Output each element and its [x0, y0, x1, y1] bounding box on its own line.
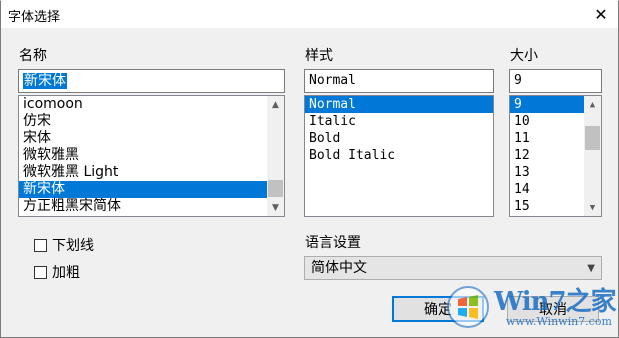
style-list[interactable]: Normal Italic Bold Bold Italic: [304, 95, 494, 217]
underline-checkbox[interactable]: 下划线: [34, 235, 94, 255]
style-input[interactable]: Normal: [304, 69, 494, 93]
underline-label: 下划线: [52, 238, 94, 254]
scroll-up-icon[interactable]: ▲: [584, 96, 601, 113]
font-list-item[interactable]: 微软雅黑 Light: [19, 164, 267, 181]
size-list-item[interactable]: 13: [510, 164, 584, 181]
bold-label: 加粗: [52, 265, 80, 281]
chevron-down-icon: ▼: [587, 263, 595, 274]
ok-button[interactable]: 确定: [392, 296, 484, 322]
font-name-list[interactable]: icomoon 仿宋 宋体 微软雅黑 微软雅黑 Light 新宋体 方正粗黑宋简体 ▲ ▼: [18, 95, 285, 217]
language-select[interactable]: 简体中文 ▼: [304, 256, 602, 280]
style-list-item[interactable]: Bold: [305, 130, 493, 147]
cancel-button[interactable]: 取消: [507, 296, 599, 322]
font-name-value: 新宋体: [23, 73, 67, 89]
window-title: 字体选择: [8, 10, 61, 25]
language-value: 简体中文: [311, 260, 367, 276]
style-value: Normal: [309, 73, 356, 88]
size-list-item[interactable]: 15: [510, 198, 584, 215]
language-label: 语言设置: [305, 235, 361, 251]
scroll-thumb[interactable]: [585, 126, 600, 150]
ok-button-label: 确定: [424, 302, 452, 318]
style-list-item[interactable]: Bold Italic: [305, 147, 493, 164]
style-list-item[interactable]: Italic: [305, 113, 493, 130]
underline-checkbox-box[interactable]: [34, 238, 47, 252]
style-list-item[interactable]: Normal: [305, 96, 493, 113]
size-list-item[interactable]: 11: [510, 130, 584, 147]
size-list-item[interactable]: 14: [510, 181, 584, 198]
font-list-item[interactable]: 微软雅黑: [19, 147, 267, 164]
font-list-scrollbar[interactable]: ▲ ▼: [267, 96, 284, 216]
size-label: 大小: [510, 48, 538, 64]
scroll-down-icon[interactable]: ▼: [267, 199, 284, 216]
font-name-label: 名称: [19, 48, 47, 64]
font-list-item[interactable]: 仿宋: [19, 113, 267, 130]
title-bar[interactable]: 字体选择 ✕: [1, 1, 618, 28]
size-list[interactable]: 9 10 11 12 13 14 15 ▲ ▼: [509, 95, 602, 217]
font-list-item[interactable]: 方正粗黑宋简体: [19, 198, 267, 215]
size-list-item[interactable]: 12: [510, 147, 584, 164]
scroll-thumb[interactable]: [268, 180, 283, 197]
bold-checkbox[interactable]: 加粗: [34, 262, 80, 282]
font-list-item[interactable]: icomoon: [19, 96, 267, 113]
style-label: 样式: [305, 48, 333, 64]
scroll-up-icon[interactable]: ▲: [267, 96, 284, 113]
size-list-scrollbar[interactable]: ▲ ▼: [584, 96, 601, 216]
font-dialog: 字体选择 ✕ 名称 新宋体 icomoon 仿宋 宋体 微软雅黑 微软雅黑 Light 新…: [0, 0, 619, 338]
size-input[interactable]: 9: [509, 69, 602, 93]
cancel-button-label: 取消: [539, 302, 567, 318]
scroll-down-icon[interactable]: ▼: [584, 199, 601, 216]
size-list-item[interactable]: 10: [510, 113, 584, 130]
font-name-input[interactable]: 新宋体: [18, 69, 285, 93]
font-list-item[interactable]: 新宋体: [19, 181, 267, 198]
font-list-item[interactable]: 宋体: [19, 130, 267, 147]
close-icon: ✕: [594, 5, 608, 24]
size-list-item[interactable]: 9: [510, 96, 584, 113]
size-value: 9: [514, 73, 522, 88]
bold-checkbox-box[interactable]: [34, 265, 47, 279]
close-button[interactable]: ✕: [584, 1, 618, 28]
